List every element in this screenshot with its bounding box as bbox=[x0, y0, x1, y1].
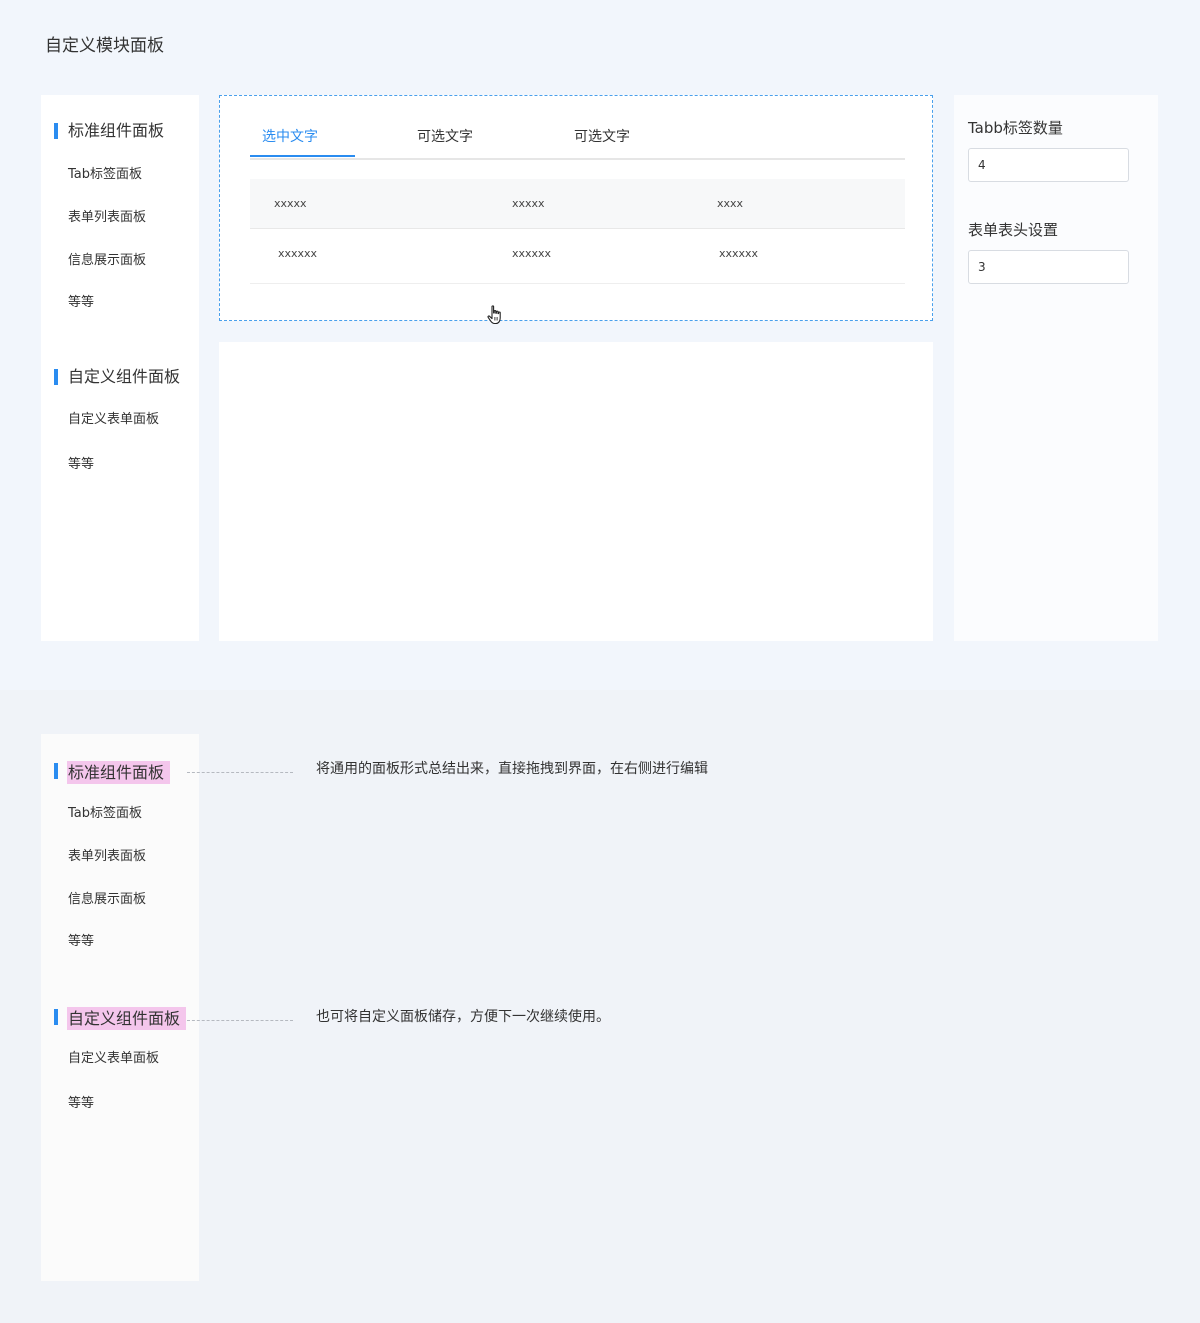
tab-selected[interactable]: 选中文字 bbox=[262, 128, 318, 146]
menu-item-etc[interactable]: 等等 bbox=[68, 1095, 94, 1113]
row-cell: xxxxxx bbox=[278, 247, 318, 260]
editor-section: 自定义模块面板 标准组件面板 Tab标签面板 表单列表面板 信息展示面板 等等 … bbox=[0, 0, 1200, 690]
menu-item-etc[interactable]: 等等 bbox=[68, 456, 94, 474]
table-row: xxxxxx xxxxxx xxxxxx bbox=[250, 229, 905, 284]
group-title-label: 自定义组件面板 bbox=[67, 1007, 187, 1030]
tab-count-input[interactable]: 4 bbox=[968, 148, 1129, 182]
hand-cursor-icon bbox=[487, 305, 501, 325]
group-title-standard: 标准组件面板 bbox=[54, 121, 164, 141]
annotation-leader-line bbox=[187, 1020, 293, 1021]
page-title: 自定义模块面板 bbox=[45, 36, 164, 56]
row-cell: xxxxxx bbox=[719, 247, 759, 260]
menu-item-custom-form-panel[interactable]: 自定义表单面板 bbox=[68, 411, 159, 429]
menu-item-info-panel[interactable]: 信息展示面板 bbox=[68, 891, 146, 909]
table-header: xxxxx xxxxx xxxx bbox=[250, 179, 905, 229]
group-title-custom: 自定义组件面板 bbox=[54, 367, 180, 387]
group-title-label: 自定义组件面板 bbox=[68, 367, 181, 386]
component-panel: 标准组件面板 Tab标签面板 表单列表面板 信息展示面板 等等 自定义组件面板 … bbox=[41, 95, 199, 641]
group-title-label: 标准组件面板 bbox=[67, 761, 171, 784]
menu-item-tab-panel[interactable]: Tab标签面板 bbox=[68, 805, 142, 823]
tab-bar: 选中文字 可选文字 可选文字 bbox=[250, 96, 905, 160]
group-title-label: 标准组件面板 bbox=[68, 121, 165, 140]
component-panel-annotated: 标准组件面板 Tab标签面板 表单列表面板 信息展示面板 等等 自定义组件面板 … bbox=[41, 734, 199, 1281]
annotation-leader-line bbox=[187, 772, 293, 773]
menu-item-form-list-panel[interactable]: 表单列表面板 bbox=[68, 209, 146, 227]
row-cell: xxxxxx bbox=[512, 247, 552, 260]
explanation-section: 标准组件面板 Tab标签面板 表单列表面板 信息展示面板 等等 自定义组件面板 … bbox=[0, 690, 1200, 1323]
header-setting-input[interactable]: 3 bbox=[968, 250, 1129, 284]
menu-item-etc[interactable]: 等等 bbox=[68, 294, 94, 312]
header-cell: xxxx bbox=[717, 197, 744, 210]
selected-panel-card[interactable]: 选中文字 可选文字 可选文字 xxxxx xxxxx xxxx xxxxxx x… bbox=[219, 95, 933, 321]
menu-item-etc[interactable]: 等等 bbox=[68, 933, 94, 951]
active-tab-indicator bbox=[250, 155, 355, 157]
tab-optional-2[interactable]: 可选文字 bbox=[574, 128, 630, 146]
annotation-custom-panel: 也可将自定义面板储存，方便下一次继续使用。 bbox=[316, 1009, 610, 1025]
tab-optional-1[interactable]: 可选文字 bbox=[417, 128, 473, 146]
menu-item-custom-form-panel[interactable]: 自定义表单面板 bbox=[68, 1050, 159, 1068]
menu-item-form-list-panel[interactable]: 表单列表面板 bbox=[68, 848, 146, 866]
tab-count-label: Tabb标签数量 bbox=[968, 119, 1063, 137]
group-title-custom: 自定义组件面板 bbox=[54, 1007, 187, 1030]
menu-item-info-panel[interactable]: 信息展示面板 bbox=[68, 252, 146, 270]
header-setting-label: 表单表头设置 bbox=[968, 221, 1059, 239]
header-cell: xxxxx bbox=[274, 197, 307, 210]
group-title-standard: 标准组件面板 bbox=[54, 761, 171, 784]
empty-canvas-area[interactable] bbox=[219, 342, 933, 641]
menu-item-tab-panel[interactable]: Tab标签面板 bbox=[68, 166, 142, 184]
properties-panel: Tabb标签数量 4 表单表头设置 3 bbox=[954, 95, 1158, 641]
annotation-standard-panel: 将通用的面板形式总结出来，直接拖拽到界面，在右侧进行编辑 bbox=[316, 761, 708, 777]
header-cell: xxxxx bbox=[512, 197, 545, 210]
